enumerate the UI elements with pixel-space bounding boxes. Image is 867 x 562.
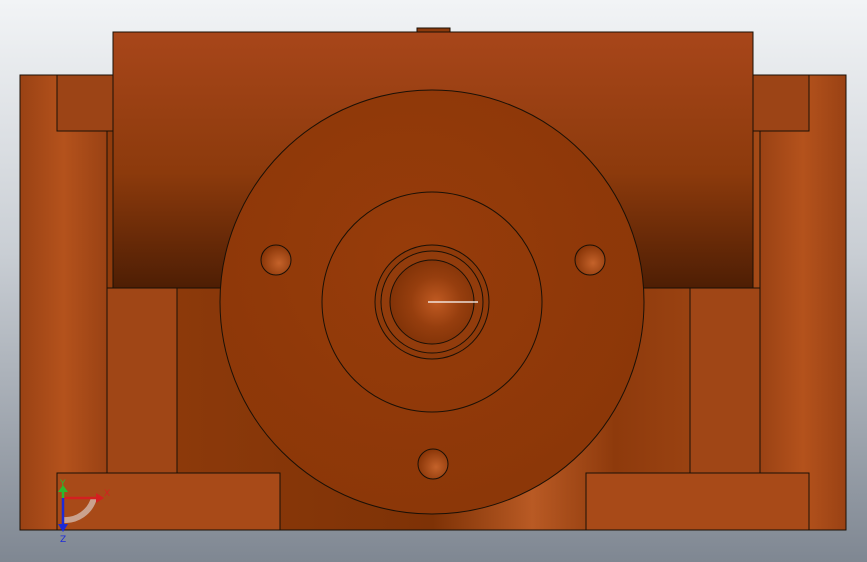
z-axis-label: Z <box>60 535 66 545</box>
right-foot <box>585 472 810 531</box>
top-left-block <box>56 74 118 132</box>
bolt-hole-bottom <box>417 448 449 480</box>
left-pillar <box>19 74 108 531</box>
bolt-hole-left <box>260 244 292 276</box>
bolt-hole-right <box>574 244 606 276</box>
part-model[interactable] <box>19 27 847 531</box>
y-axis-label: Y <box>59 479 66 489</box>
left-web <box>106 287 178 474</box>
right-pillar <box>759 74 847 531</box>
x-axis-label: X <box>104 489 110 499</box>
top-right-block <box>748 74 810 132</box>
top-tab <box>416 27 451 33</box>
right-web <box>689 287 761 474</box>
graphics-viewport[interactable]: X Y Z <box>0 0 867 562</box>
